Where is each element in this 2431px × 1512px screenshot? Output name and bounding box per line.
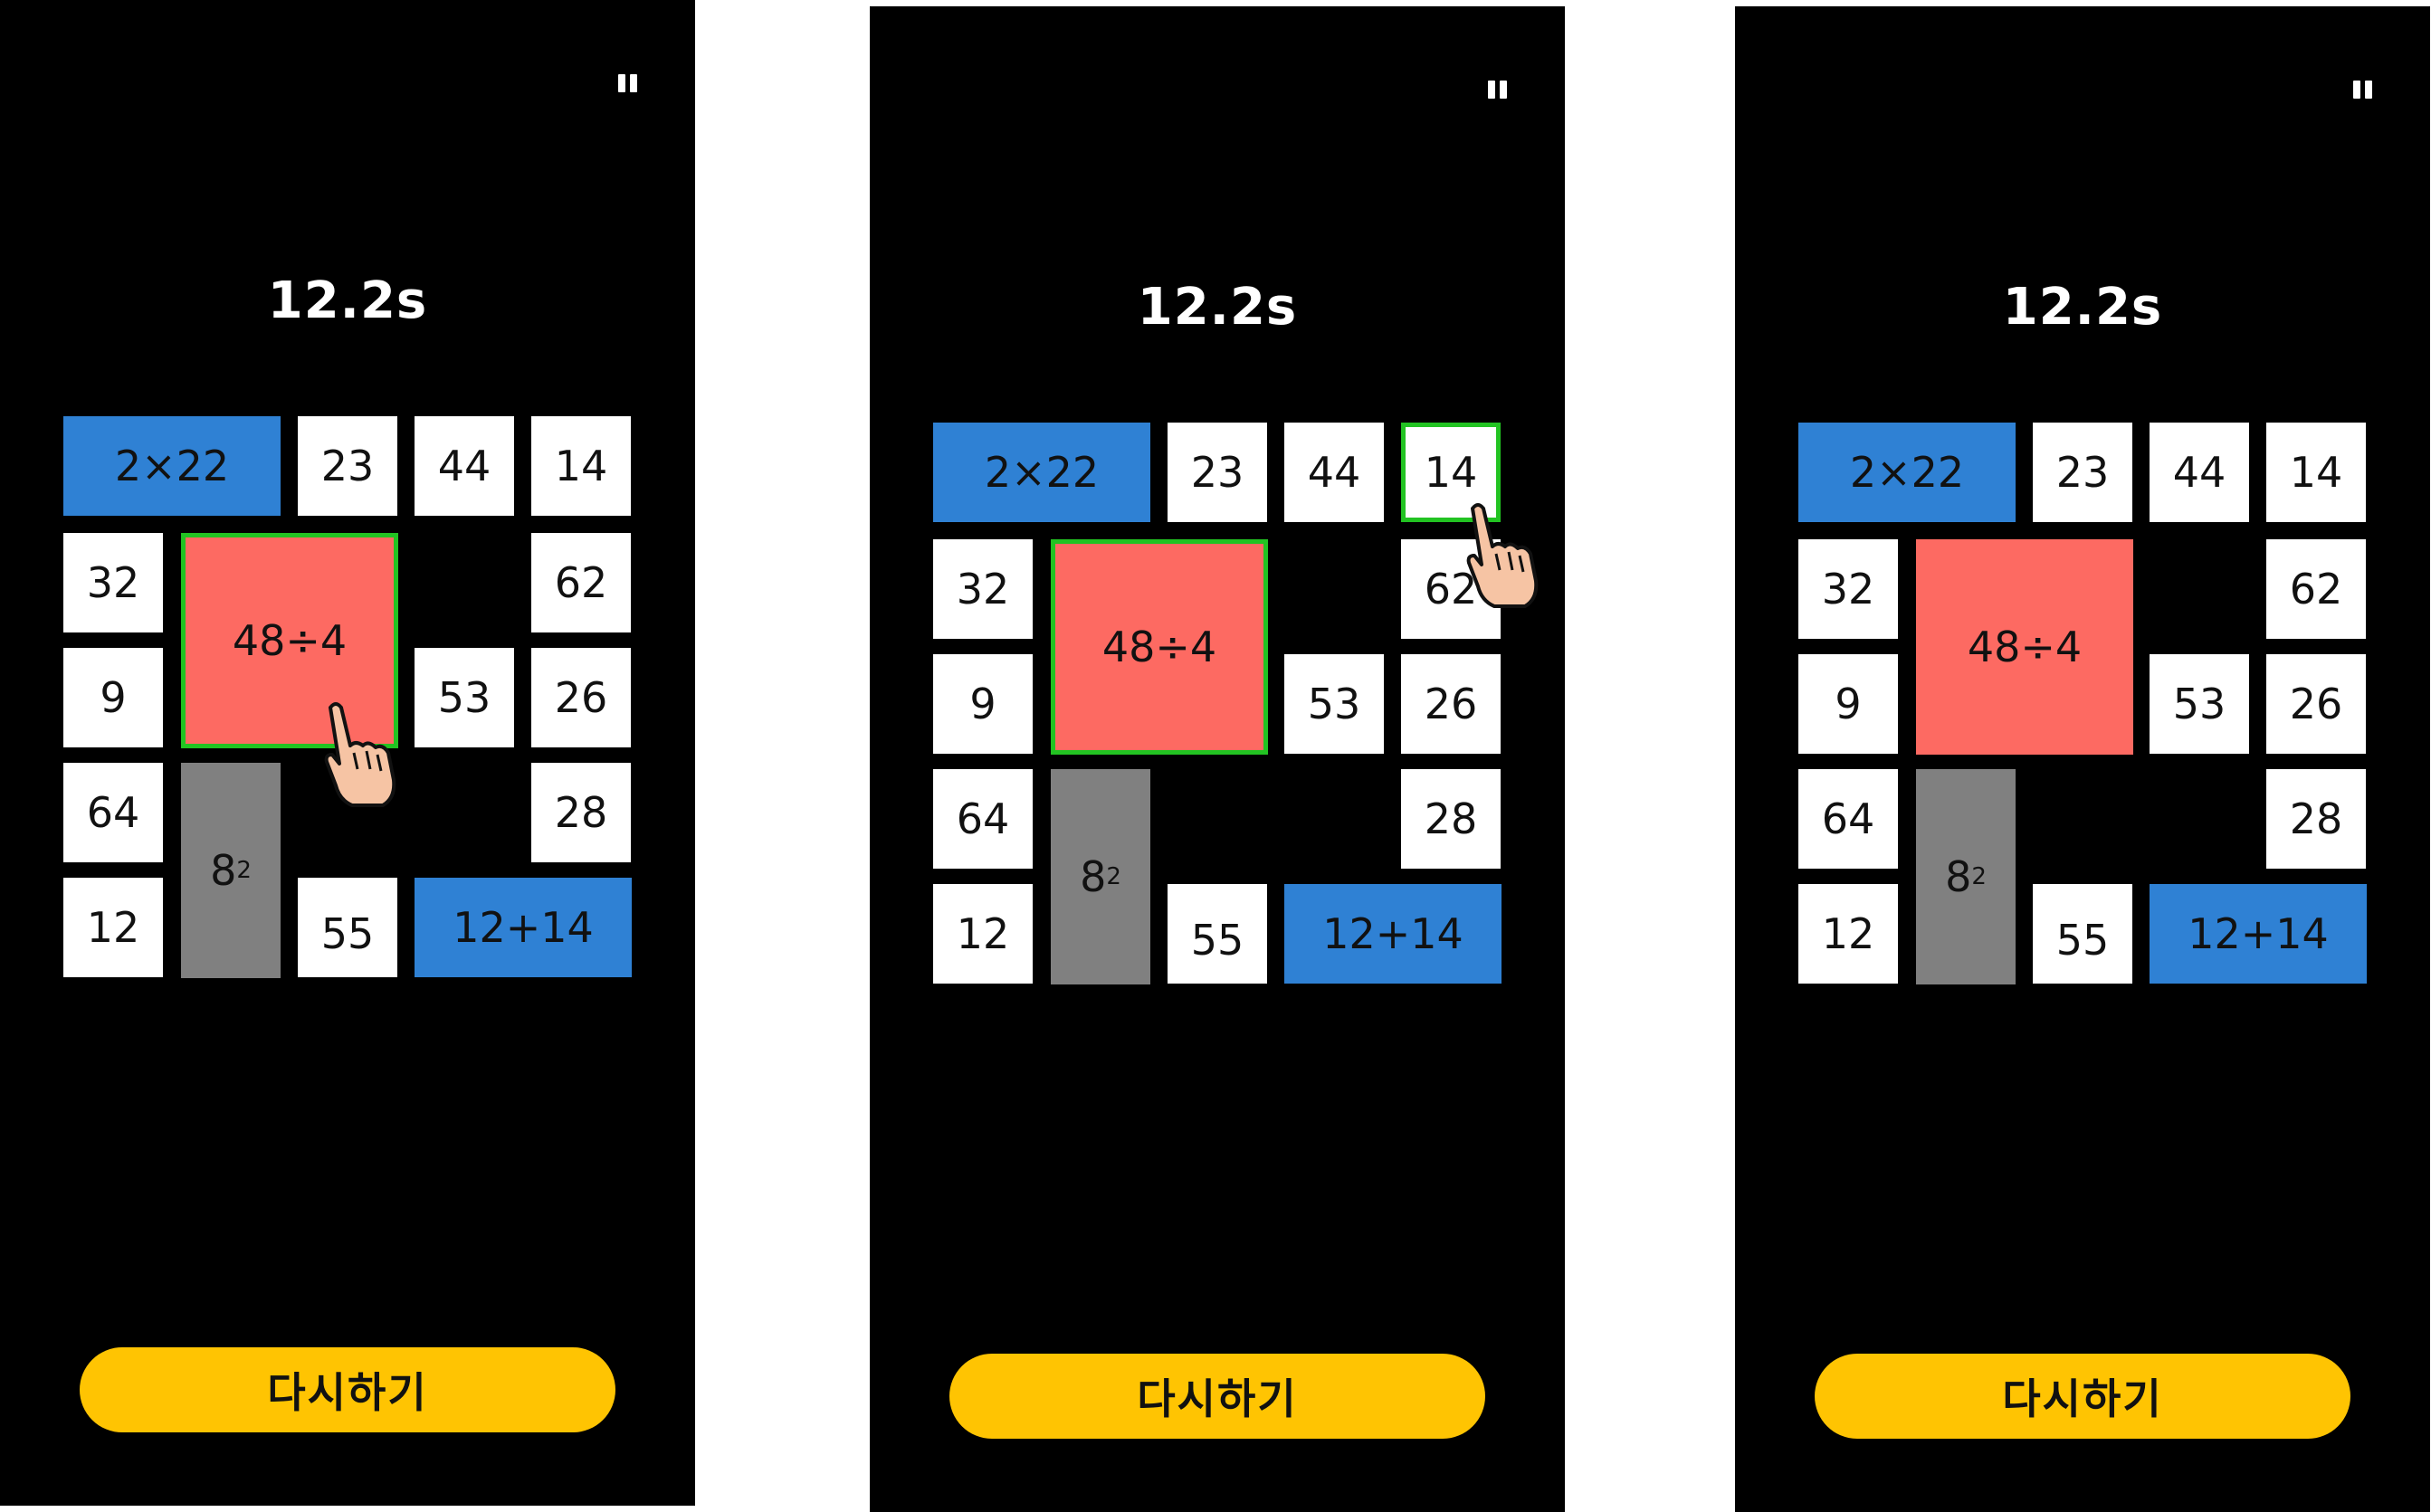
tile-12[interactable]: 12 <box>933 884 1033 984</box>
tile-48-div-4[interactable]: 48÷4 <box>1051 539 1268 755</box>
tile-8-squared-base: 8 <box>1945 852 1972 901</box>
tile-28[interactable]: 28 <box>1401 769 1501 869</box>
tile-grid: 2×22 23 44 14 32 48÷4 62 9 53 26 64 82 2… <box>1798 423 2369 984</box>
tile-64[interactable]: 64 <box>933 769 1033 869</box>
tile-62[interactable]: 62 <box>531 533 631 632</box>
tile-12[interactable]: 12 <box>63 878 163 977</box>
tile-28[interactable]: 28 <box>531 763 631 862</box>
tile-8-squared-base: 8 <box>210 846 237 895</box>
tile-8-squared[interactable]: 82 <box>1916 769 2016 984</box>
pause-icon[interactable] <box>2352 81 2372 100</box>
tile-28[interactable]: 28 <box>2266 769 2366 869</box>
pause-icon[interactable] <box>617 74 637 94</box>
tile-2x22[interactable]: 2×22 <box>933 423 1150 522</box>
tile-23[interactable]: 23 <box>1168 423 1267 522</box>
tile-26[interactable]: 26 <box>1401 654 1501 754</box>
tile-55[interactable]: 55 <box>2033 884 2132 984</box>
tile-48-div-4[interactable]: 48÷4 <box>1916 539 2133 755</box>
tile-2x22[interactable]: 2×22 <box>63 416 281 516</box>
tile-8-squared[interactable]: 82 <box>1051 769 1150 984</box>
tile-8-squared-base: 8 <box>1080 852 1107 901</box>
tile-53[interactable]: 53 <box>415 648 514 747</box>
tile-44[interactable]: 44 <box>2150 423 2249 522</box>
hand-pointer-icon <box>1466 503 1539 608</box>
tile-23[interactable]: 23 <box>298 416 397 516</box>
tile-9[interactable]: 9 <box>1798 654 1898 754</box>
tile-26[interactable]: 26 <box>531 648 631 747</box>
retry-button[interactable]: 다시하기 <box>80 1347 615 1432</box>
timer: 12.2s <box>1137 278 1298 337</box>
tile-14[interactable]: 14 <box>2266 423 2366 522</box>
tile-14[interactable]: 14 <box>531 416 631 516</box>
tile-53[interactable]: 53 <box>2150 654 2249 754</box>
tile-12-plus-14[interactable]: 12+14 <box>1284 884 1502 984</box>
timer: 12.2s <box>2002 278 2163 337</box>
tile-55[interactable]: 55 <box>1168 884 1267 984</box>
tile-53[interactable]: 53 <box>1284 654 1384 754</box>
retry-button[interactable]: 다시하기 <box>1815 1354 2350 1439</box>
tile-32[interactable]: 32 <box>933 539 1033 639</box>
tile-44[interactable]: 44 <box>415 416 514 516</box>
tile-12-plus-14[interactable]: 12+14 <box>2150 884 2367 984</box>
timer: 12.2s <box>267 271 428 330</box>
tile-26[interactable]: 26 <box>2266 654 2366 754</box>
game-screen-1: 12.2s 2×22 23 44 14 32 48÷4 62 9 53 26 6… <box>0 0 695 1506</box>
tile-grid: 2×22 23 44 14 32 48÷4 62 9 53 26 64 82 2… <box>933 423 1503 984</box>
tile-12[interactable]: 12 <box>1798 884 1898 984</box>
tile-8-squared[interactable]: 82 <box>181 763 281 978</box>
tile-62[interactable]: 62 <box>2266 539 2366 639</box>
game-screen-3: 12.2s 2×22 23 44 14 32 48÷4 62 9 53 26 6… <box>1735 6 2430 1512</box>
tile-23[interactable]: 23 <box>2033 423 2132 522</box>
pause-icon[interactable] <box>1487 81 1507 100</box>
game-screen-2: 12.2s 2×22 23 44 14 32 48÷4 62 9 53 26 6… <box>870 6 1565 1512</box>
tile-32[interactable]: 32 <box>63 533 163 632</box>
tile-grid: 2×22 23 44 14 32 48÷4 62 9 53 26 64 82 2… <box>63 416 634 978</box>
retry-button[interactable]: 다시하기 <box>949 1354 1485 1439</box>
tile-64[interactable]: 64 <box>1798 769 1898 869</box>
tile-9[interactable]: 9 <box>63 648 163 747</box>
tile-32[interactable]: 32 <box>1798 539 1898 639</box>
tile-44[interactable]: 44 <box>1284 423 1384 522</box>
tile-2x22[interactable]: 2×22 <box>1798 423 2016 522</box>
hand-pointer-icon <box>324 702 396 807</box>
tile-9[interactable]: 9 <box>933 654 1033 754</box>
tile-12-plus-14[interactable]: 12+14 <box>415 878 632 977</box>
tile-64[interactable]: 64 <box>63 763 163 862</box>
tile-55[interactable]: 55 <box>298 878 397 977</box>
